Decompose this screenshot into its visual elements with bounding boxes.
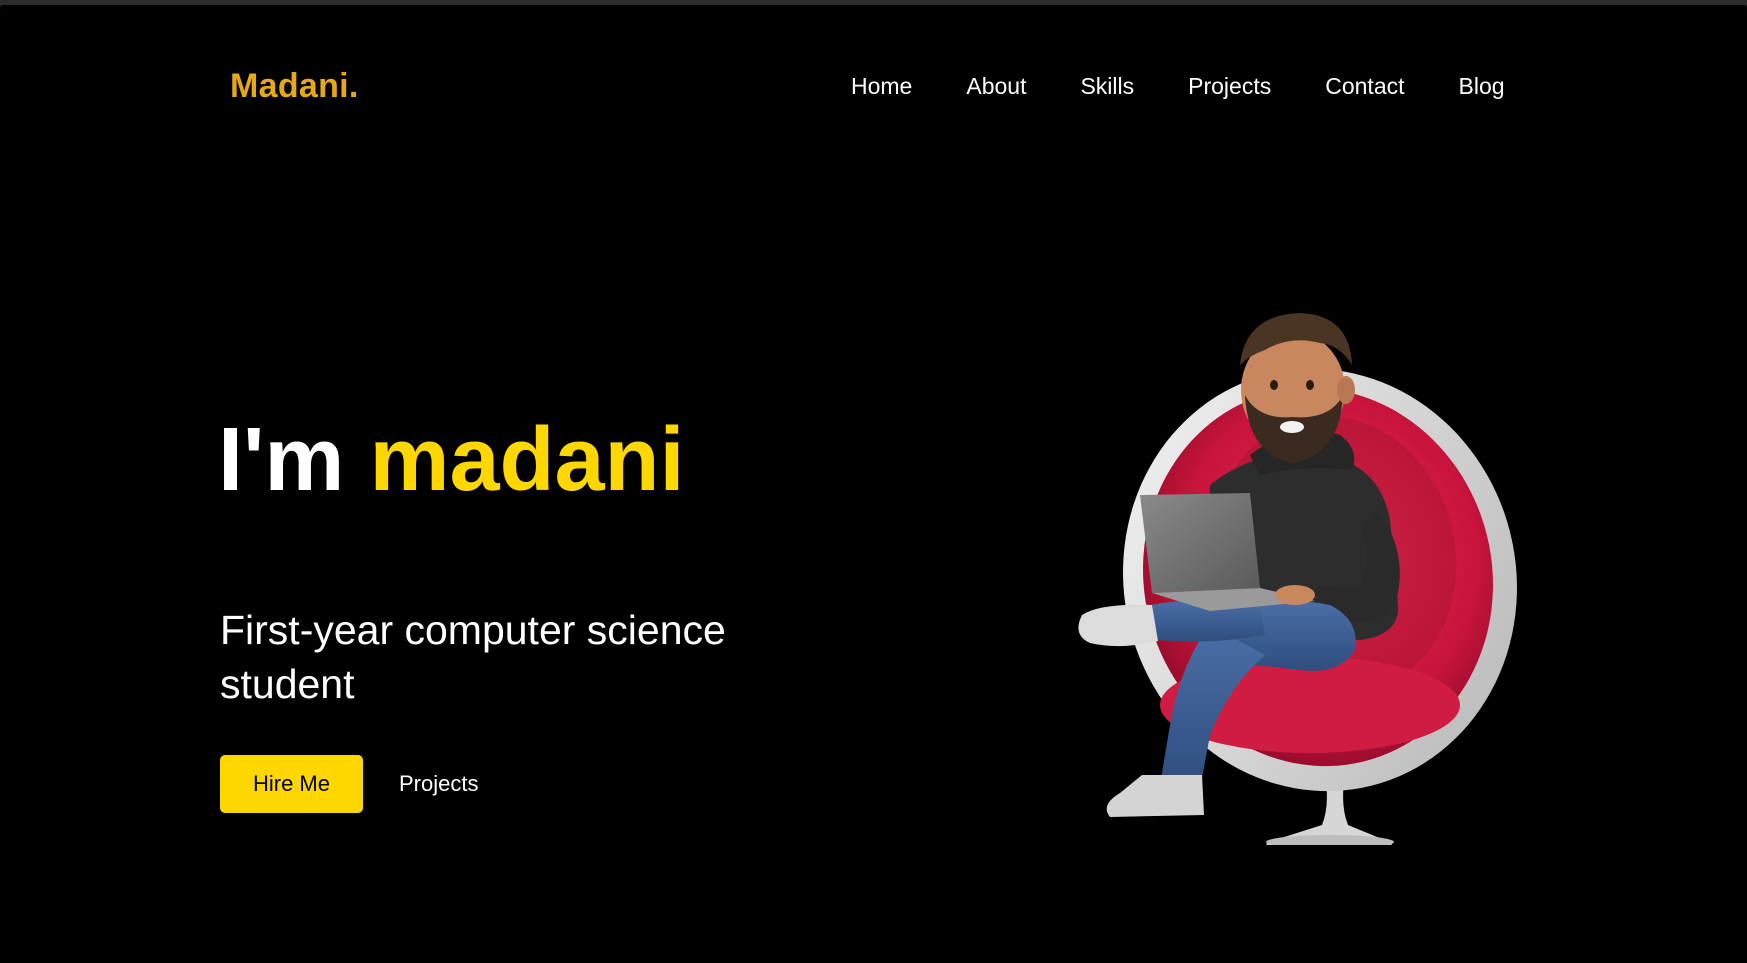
nav-about[interactable]: About <box>966 73 1026 100</box>
nav-contact[interactable]: Contact <box>1325 73 1404 100</box>
projects-button[interactable]: Projects <box>385 755 492 813</box>
nav-home[interactable]: Home <box>851 73 912 100</box>
hero-subtitle: First-year computer science student <box>220 607 726 707</box>
hero-greeting: I'm <box>218 410 345 510</box>
main-nav: Home About Skills Projects Contact Blog <box>851 73 1505 100</box>
nav-skills[interactable]: Skills <box>1080 73 1134 100</box>
nav-projects[interactable]: Projects <box>1188 73 1271 100</box>
site-logo[interactable]: Madani. <box>230 67 359 106</box>
nav-blog[interactable]: Blog <box>1459 73 1505 100</box>
hero-name: madani <box>369 410 685 510</box>
portfolio-page: Madani. Home About Skills Projects Conta… <box>0 5 1747 963</box>
hire-me-button[interactable]: Hire Me <box>220 755 363 813</box>
hero-avatar-illustration <box>1078 313 1517 845</box>
hero-title: I'm madani <box>218 415 685 505</box>
